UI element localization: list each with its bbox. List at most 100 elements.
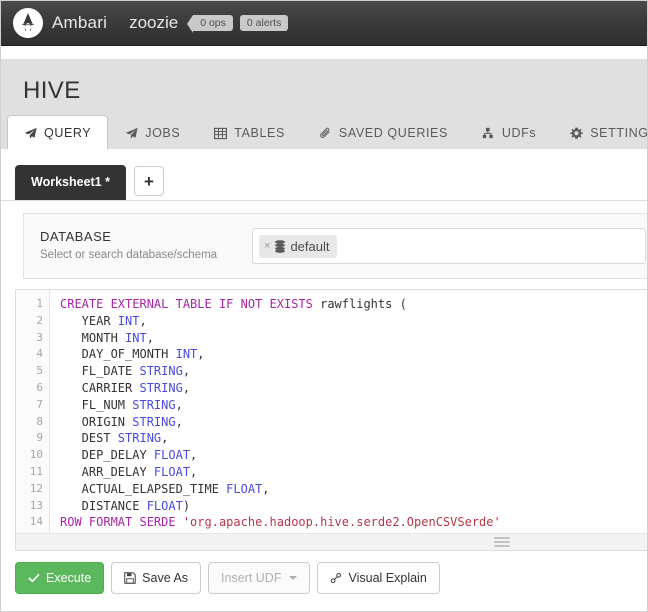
close-icon[interactable]: × [264,240,270,252]
code-token: , [183,381,190,395]
editor-code-line: ACTUAL_ELAPSED_TIME FLOAT, [60,481,648,498]
top-navigation-bar: Ambari zoozie 0 ops 0 alerts [1,1,647,46]
database-title: DATABASE [40,229,252,244]
code-token: , [262,482,269,496]
code-token: STRING [139,364,182,378]
code-token: YEAR [60,314,118,328]
resize-grip-icon[interactable] [494,537,510,549]
view-header: HIVE QUERY JOBS [1,59,647,149]
tab-settings[interactable]: SETTINGS [553,115,648,149]
tab-jobs[interactable]: JOBS [108,115,197,149]
insert-udf-button[interactable]: Insert UDF [208,562,310,594]
save-as-button[interactable]: Save As [111,562,201,594]
code-token [176,515,183,529]
ambari-hive-view-page: Ambari zoozie 0 ops 0 alerts HIVE QUERY … [0,0,648,612]
code-token: 'org.apache.hadoop.hive.serde2.OpenCSVSe… [183,515,501,529]
code-token: , [176,415,183,429]
tab-label: JOBS [145,126,180,140]
paperclip-icon [319,127,332,140]
execute-button[interactable]: Execute [15,562,104,594]
editor-line-number: 10 [16,447,49,464]
editor-code-line: FL_NUM STRING, [60,397,648,414]
check-icon [28,572,40,584]
code-token: ORIGIN [60,415,132,429]
code-token: INT [176,347,198,361]
code-token: , [190,465,197,479]
editor-code-line: ARR_DELAY FLOAT, [60,464,648,481]
database-select-input[interactable]: × default [252,228,646,264]
code-token: MONTH [60,331,125,345]
ops-badge[interactable]: 0 ops [193,15,233,32]
tab-tables[interactable]: TABLES [197,115,302,149]
editor-line-number: 6 [16,380,49,397]
code-token: ACTUAL_ELAPSED_TIME [60,482,226,496]
database-chip[interactable]: × default [259,235,337,258]
visual-explain-button[interactable]: Visual Explain [317,562,439,594]
editor-line-number-gutter: 123456789101112131415 [16,290,50,550]
gear-icon [570,127,583,140]
editor-code-line: FL_DATE STRING, [60,363,648,380]
code-token: , [183,364,190,378]
save-as-button-label: Save As [142,570,188,586]
worksheet-tab-active[interactable]: Worksheet1 * [15,165,126,200]
code-token: DEP_DELAY [60,448,154,462]
editor-code-line: DAY_OF_MONTH INT, [60,346,648,363]
code-token: STRING [132,415,175,429]
brand[interactable]: Ambari [13,8,107,38]
paper-plane-icon [24,127,37,140]
tab-label: SAVED QUERIES [339,126,448,140]
code-token: FLOAT [154,448,190,462]
code-token: ROW FORMAT SERDE [60,515,176,529]
insert-udf-button-label: Insert UDF [221,570,281,586]
code-token: , [197,347,204,361]
table-grid-icon [214,127,227,140]
database-label-column: DATABASE Select or search database/schem… [40,228,252,261]
tab-query[interactable]: QUERY [7,115,108,149]
code-token: STRING [139,381,182,395]
tab-label: TABLES [234,126,285,140]
code-token: FLOAT [226,482,262,496]
code-token: STRING [118,431,161,445]
sql-editor[interactable]: 123456789101112131415 CREATE EXTERNAL TA… [15,289,648,551]
code-token: DISTANCE [60,499,147,513]
editor-line-number: 1 [16,296,49,313]
editor-line-number: 9 [16,430,49,447]
code-token: CARRIER [60,381,139,395]
tab-saved-queries[interactable]: SAVED QUERIES [302,115,465,149]
code-token: DEST [60,431,118,445]
tab-udfs[interactable]: UDFs [465,115,553,149]
code-token: , [176,398,183,412]
editor-line-number: 8 [16,414,49,431]
code-token: STRING [132,398,175,412]
alerts-badge[interactable]: 0 alerts [240,15,288,32]
ambari-logo-icon [13,8,43,38]
code-token: INT [118,314,140,328]
sitemap-icon [482,127,495,140]
editor-code-line: MONTH INT, [60,330,648,347]
worksheet-tab-bar: Worksheet1 * + [1,149,647,201]
code-token: ) [183,499,190,513]
code-token: , [161,431,168,445]
code-token: CREATE EXTERNAL TABLE IF NOT EXISTS [60,297,313,311]
code-token: , [139,314,146,328]
code-token: , [147,331,154,345]
cluster-name-label[interactable]: zoozie [129,13,178,33]
paper-plane-icon [125,127,138,140]
editor-line-number: 12 [16,481,49,498]
editor-line-number: 5 [16,363,49,380]
database-subtitle: Select or search database/schema [40,249,252,261]
code-token: FLOAT [147,499,183,513]
editor-code-line: DEST STRING, [60,430,648,447]
execute-button-label: Execute [46,570,91,586]
visual-explain-button-label: Visual Explain [348,570,426,586]
editor-resize-bar[interactable] [16,533,648,550]
code-token: INT [125,331,147,345]
nav-spacer [1,46,647,59]
database-section: DATABASE Select or search database/schem… [1,201,647,289]
add-worksheet-button[interactable]: + [134,166,164,196]
database-chip-label: default [290,239,329,254]
editor-code-area[interactable]: CREATE EXTERNAL TABLE IF NOT EXISTS rawf… [50,290,648,550]
brand-label: Ambari [52,13,107,33]
page-title: HIVE [23,77,647,105]
code-token: FLOAT [154,465,190,479]
